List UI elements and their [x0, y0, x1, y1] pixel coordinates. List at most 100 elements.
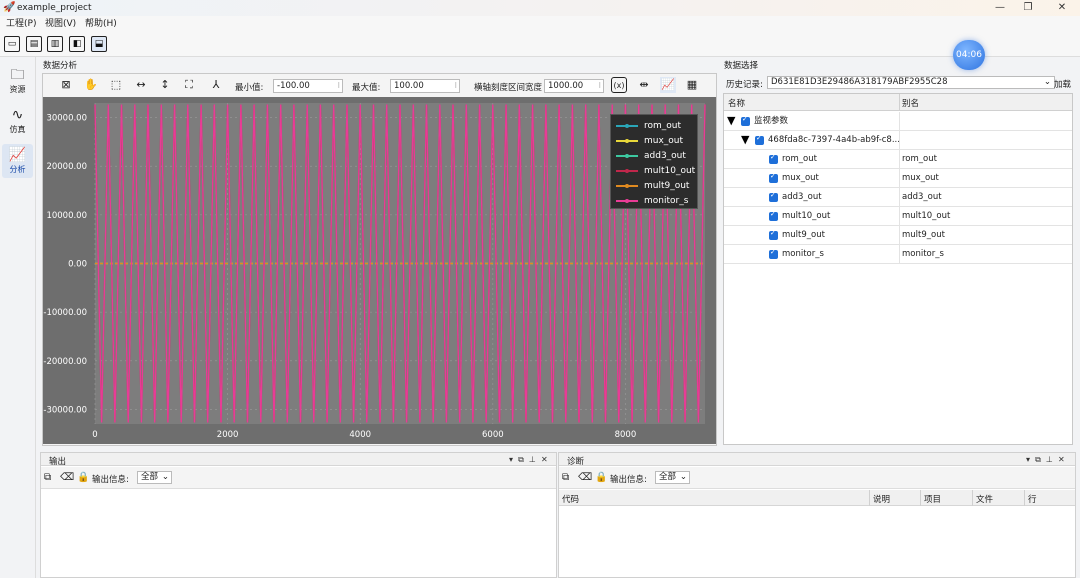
legend-label: add3_out: [644, 151, 686, 161]
max-value-input[interactable]: 100.00: [390, 79, 460, 93]
legend-entry[interactable]: monitor_s: [616, 194, 698, 208]
variable-alias: monitor_s: [902, 249, 944, 259]
lock-icon[interactable]: 🔒: [595, 472, 607, 483]
tree-row-variable[interactable]: monitor_s monitor_s: [724, 245, 1072, 264]
expand-triangle-icon[interactable]: ▼: [727, 115, 735, 127]
copy-icon[interactable]: ⧉: [562, 472, 569, 483]
save-icon[interactable]: ▤: [26, 36, 42, 52]
zoom-box-icon[interactable]: ⬚: [108, 77, 124, 93]
variable-alias: add3_out: [902, 192, 942, 202]
clear-icon[interactable]: ⌫: [578, 472, 592, 483]
maximize-button[interactable]: ❐: [1017, 1, 1039, 15]
cursor-list-icon[interactable]: ⇹: [636, 77, 652, 93]
y-tick-label: -20000.00: [43, 357, 87, 367]
variable-checkbox[interactable]: [769, 153, 778, 164]
table-view-icon[interactable]: ▦: [684, 77, 700, 93]
fit-horizontal-icon[interactable]: ↔: [133, 77, 149, 93]
layout-left-icon[interactable]: ◧: [69, 36, 85, 52]
legend-label: mult9_out: [644, 181, 690, 191]
legend-entry[interactable]: mult9_out: [616, 179, 698, 193]
root-checkbox[interactable]: [741, 115, 750, 126]
no-select-icon[interactable]: ⊠: [58, 77, 74, 93]
analysis-panel-title: 数据分析: [43, 61, 78, 71]
tree-row-variable[interactable]: mult9_out mult9_out: [724, 226, 1072, 245]
sidebar-item-resources[interactable]: 🗀 资源: [2, 64, 33, 98]
dock-options-icon[interactable]: ▾ ⧉ ⊥ ✕: [1026, 455, 1065, 465]
diagnostics-filter-dropdown[interactable]: 全部 ⌄: [655, 471, 690, 484]
timer-badge: 04:06: [953, 40, 985, 70]
tree-row-variable[interactable]: mux_out mux_out: [724, 169, 1072, 188]
legend-entry[interactable]: rom_out: [616, 119, 698, 133]
col-code: 代码: [562, 495, 580, 505]
col-alias: 别名: [902, 99, 920, 109]
legend-label: mux_out: [644, 136, 684, 146]
output-dock: 输出 ▾ ⧉ ⊥ ✕ ⧉ ⌫ 🔒 输出信息: 全部 ⌄: [40, 452, 557, 578]
y-tick-label: 30000.00: [46, 114, 87, 124]
variable-alias: rom_out: [902, 154, 937, 164]
chart-legend: rom_out mux_out add3_out mult10_out mult9_ou…: [610, 114, 698, 209]
tree-row-variable[interactable]: mult10_out mult10_out: [724, 207, 1072, 226]
tree-row-variable[interactable]: rom_out rom_out: [724, 150, 1072, 169]
axes-icon[interactable]: ⅄: [208, 77, 224, 93]
sidebar-item-simulation[interactable]: ∿ 仿真: [2, 104, 33, 138]
legend-entry[interactable]: add3_out: [616, 149, 698, 163]
zoom-fit-icon[interactable]: ⛶: [181, 77, 197, 93]
tree-row-root[interactable]: ▼ 监视参数: [724, 112, 1072, 131]
load-button[interactable]: 加载: [1054, 78, 1071, 90]
variable-checkbox[interactable]: [769, 210, 778, 221]
legend-swatch: [616, 124, 638, 128]
output-title: 输出: [49, 457, 67, 467]
title-bar: 🚀 example_project — ❐ ✕: [0, 0, 1080, 16]
legend-label: mult10_out: [644, 166, 696, 176]
y-tick-label: 10000.00: [46, 211, 87, 221]
selection-panel-title: 数据选择: [724, 61, 759, 71]
clear-icon[interactable]: ⌫: [60, 472, 74, 483]
x-tick-label: 6000: [482, 430, 504, 440]
history-label: 历史记录:: [726, 80, 763, 90]
y-tick-label: -10000.00: [43, 308, 87, 318]
line-chart-icon[interactable]: 📈: [660, 77, 676, 93]
lock-icon[interactable]: 🔒: [77, 472, 89, 483]
tree-row-group[interactable]: ▼ 468fda8c-7397-4a4b-ab9f-c8...: [724, 131, 1072, 150]
menu-help[interactable]: 帮助(H): [85, 17, 117, 31]
min-value-input[interactable]: -100.00: [273, 79, 343, 93]
variable-checkbox[interactable]: [769, 229, 778, 240]
col-project: 项目: [924, 495, 942, 505]
legend-swatch: [616, 184, 638, 188]
y-tick-label: 20000.00: [46, 162, 87, 172]
layout-bottom-icon[interactable]: ⬓: [91, 36, 107, 52]
variable-checkbox[interactable]: [769, 248, 778, 259]
axis-width-input[interactable]: 1000.00: [544, 79, 604, 93]
x-tick-label: 8000: [615, 430, 637, 440]
legend-swatch: [616, 154, 638, 158]
legend-entry[interactable]: mux_out: [616, 134, 698, 148]
variable-tree: 名称 别名 ▼ 监视参数 ▼ 468fda8c-7397-4a4b-ab9f-c…: [723, 93, 1073, 445]
variable-checkbox[interactable]: [769, 172, 778, 183]
fit-vertical-icon[interactable]: ↕: [157, 77, 173, 93]
variable-name: rom_out: [782, 154, 817, 164]
pan-hand-icon[interactable]: ✋: [83, 77, 99, 93]
menu-project[interactable]: 工程(P): [6, 17, 36, 31]
formula-icon[interactable]: (x): [611, 77, 627, 93]
dock-options-icon[interactable]: ▾ ⧉ ⊥ ✕: [509, 455, 548, 465]
legend-entry[interactable]: mult10_out: [616, 164, 698, 178]
expand-triangle-icon[interactable]: ▼: [741, 134, 749, 146]
save-all-icon[interactable]: ▥: [47, 36, 63, 52]
diagnostics-info-label: 输出信息:: [610, 475, 647, 485]
output-filter-dropdown[interactable]: 全部 ⌄: [137, 471, 172, 484]
history-dropdown[interactable]: D631E81D3E29486A318179ABF2955C28 ⌄: [767, 76, 1055, 89]
variable-name: mult10_out: [782, 211, 831, 221]
variable-name: monitor_s: [782, 249, 824, 259]
minimize-button[interactable]: —: [989, 1, 1011, 15]
sidebar-item-analysis[interactable]: 📈 分析: [2, 144, 33, 178]
copy-icon[interactable]: ⧉: [44, 472, 51, 483]
tree-row-variable[interactable]: add3_out add3_out: [724, 188, 1072, 207]
legend-label: rom_out: [644, 121, 682, 131]
y-tick-label: 0.00: [68, 260, 87, 270]
group-checkbox[interactable]: [755, 134, 764, 145]
open-folder-icon[interactable]: ▭: [4, 36, 20, 52]
menu-view[interactable]: 视图(V): [45, 17, 76, 31]
variable-checkbox[interactable]: [769, 191, 778, 202]
close-button[interactable]: ✕: [1051, 1, 1073, 15]
legend-swatch: [616, 139, 638, 143]
